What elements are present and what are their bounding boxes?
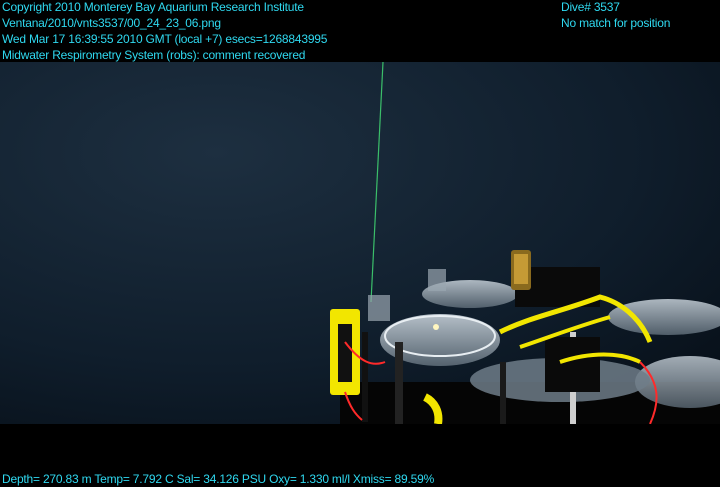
telemetry-text: Depth= 270.83 m Temp= 7.792 C Sal= 34.12… xyxy=(2,472,435,486)
underwater-camera-frame xyxy=(0,62,720,424)
position-status-text: No match for position xyxy=(561,16,671,30)
dive-number-text: Dive# 3537 xyxy=(561,0,620,14)
filename-text: Ventana/2010/vnts3537/00_24_23_06.png xyxy=(2,16,221,30)
comment-text: Midwater Respirometry System (robs): com… xyxy=(2,48,306,62)
copyright-text: Copyright 2010 Monterey Bay Aquarium Res… xyxy=(2,0,304,14)
timestamp-text: Wed Mar 17 16:39:55 2010 GMT (local +7) … xyxy=(2,32,328,46)
